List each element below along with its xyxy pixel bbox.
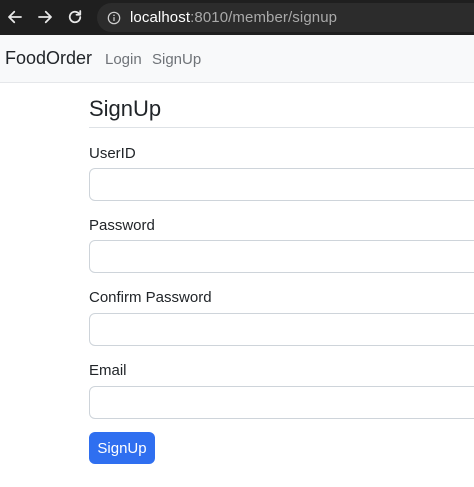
- password-input[interactable]: [89, 240, 474, 273]
- page-title: SignUp: [89, 96, 162, 121]
- userid-label: UserID: [89, 145, 136, 162]
- address-bar[interactable]: localhost:8010/member/signup: [97, 3, 474, 32]
- brand-link[interactable]: FoodOrder: [5, 48, 92, 69]
- userid-input[interactable]: [89, 168, 474, 201]
- email-input[interactable]: [89, 386, 474, 419]
- email-label: Email: [89, 362, 127, 379]
- browser-toolbar: localhost:8010/member/signup: [0, 0, 474, 35]
- url-path: :8010/member/signup: [190, 9, 338, 26]
- reload-icon[interactable]: [64, 6, 86, 28]
- back-arrow-icon[interactable]: [4, 6, 26, 28]
- nav-signup-link[interactable]: SignUp: [152, 51, 201, 68]
- confirm-password-label: Confirm Password: [89, 289, 212, 306]
- signup-submit-button[interactable]: SignUp: [89, 432, 155, 464]
- nav-login-link[interactable]: Login: [105, 51, 142, 68]
- url-host: localhost: [130, 9, 191, 26]
- info-icon[interactable]: [107, 11, 121, 25]
- forward-arrow-icon[interactable]: [34, 6, 56, 28]
- title-divider: [89, 127, 474, 128]
- confirm-password-input[interactable]: [89, 313, 474, 346]
- app-navbar: FoodOrder Login SignUp: [0, 35, 474, 83]
- url-text: localhost:8010/member/signup: [130, 9, 337, 26]
- password-label: Password: [89, 217, 155, 234]
